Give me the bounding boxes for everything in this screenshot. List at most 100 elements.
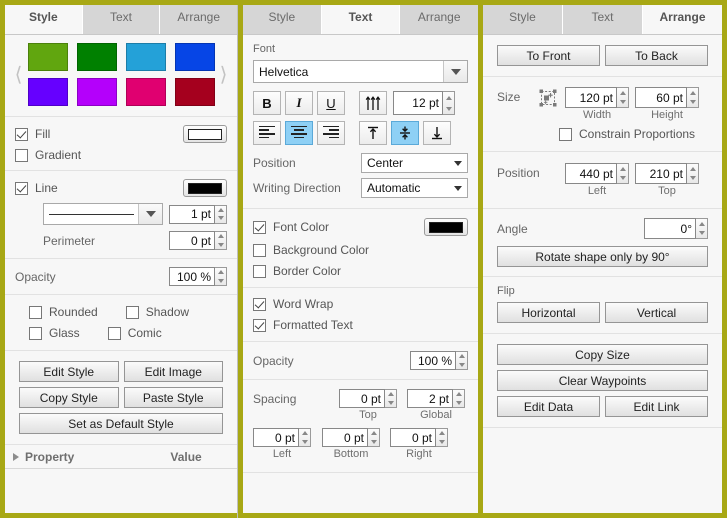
gradient-checkbox[interactable]	[15, 148, 28, 162]
edit-link-button[interactable]: Edit Link	[605, 396, 708, 417]
align-top-icon[interactable]	[359, 121, 387, 145]
perimeter-arrows[interactable]	[215, 231, 227, 250]
edit-data-button[interactable]: Edit Data	[497, 396, 600, 417]
height-input[interactable]	[635, 87, 687, 108]
color-swatch[interactable]	[125, 43, 166, 71]
autosize-icon[interactable]	[539, 89, 557, 110]
spacing-right-input[interactable]	[390, 428, 436, 447]
line-width-input[interactable]	[169, 204, 215, 224]
italic-button[interactable]: I	[285, 91, 313, 115]
opacity-input[interactable]	[169, 267, 215, 286]
font-size-arrows[interactable]	[443, 91, 455, 115]
align-middle-icon[interactable]	[391, 121, 419, 145]
color-swatch[interactable]	[27, 78, 68, 106]
word-wrap-checkbox[interactable]	[253, 297, 266, 311]
tab-text[interactable]: Text	[321, 0, 401, 34]
clear-waypoints-button[interactable]: Clear Waypoints	[497, 370, 708, 391]
to-front-button[interactable]: To Front	[497, 45, 600, 66]
color-swatch[interactable]	[76, 78, 117, 106]
position-left-arrows[interactable]	[617, 163, 629, 184]
font-size-input[interactable]	[393, 91, 443, 115]
line-checkbox[interactable]	[15, 181, 28, 195]
palette-prev-icon[interactable]: ⟨	[10, 65, 28, 85]
line-color-button[interactable]	[183, 179, 227, 197]
line-width-arrows[interactable]	[215, 204, 227, 224]
to-back-button[interactable]: To Back	[605, 45, 708, 66]
font-color-checkbox[interactable]	[253, 220, 266, 234]
edit-style-button[interactable]: Edit Style	[19, 361, 119, 382]
tab-arrange[interactable]: Arrange	[643, 0, 722, 34]
color-swatch[interactable]	[174, 43, 215, 71]
spacing-left-input[interactable]	[253, 428, 299, 447]
copy-style-button[interactable]: Copy Style	[19, 387, 119, 408]
angle-stepper[interactable]	[644, 218, 708, 239]
line-style-select[interactable]	[43, 203, 163, 225]
align-left-icon[interactable]	[253, 121, 281, 145]
line-width-stepper[interactable]	[169, 204, 227, 224]
comic-checkbox[interactable]	[107, 326, 121, 340]
spacing-global-input[interactable]	[407, 389, 453, 408]
width-arrows[interactable]	[617, 87, 629, 108]
spacing-top-input[interactable]	[339, 389, 385, 408]
opacity-stepper[interactable]	[169, 267, 227, 286]
background-color-checkbox[interactable]	[253, 243, 266, 257]
angle-arrows[interactable]	[696, 218, 708, 239]
color-swatch[interactable]	[125, 78, 166, 106]
rotate-shape-90-button[interactable]: Rotate shape only by 90°	[497, 246, 708, 267]
text-opacity-arrows[interactable]	[456, 351, 468, 370]
font-family-select[interactable]: Helvetica	[253, 60, 468, 83]
tab-style[interactable]: Style	[243, 0, 322, 34]
constrain-proportions-checkbox[interactable]	[559, 127, 572, 141]
text-position-select[interactable]: Center	[361, 153, 468, 173]
spacing-right-arrows[interactable]	[436, 428, 448, 447]
writing-direction-select[interactable]: Automatic	[361, 178, 468, 198]
property-grid-header[interactable]: Property Value	[5, 445, 237, 469]
text-opacity-stepper[interactable]	[410, 351, 468, 370]
rounded-checkbox[interactable]	[29, 305, 42, 319]
fill-checkbox[interactable]	[15, 127, 28, 141]
paste-style-button[interactable]: Paste Style	[123, 387, 223, 408]
align-center-icon[interactable]	[285, 121, 313, 145]
spacing-bottom-input[interactable]	[322, 428, 368, 447]
underline-button[interactable]: U	[317, 91, 345, 115]
text-opacity-input[interactable]	[410, 351, 456, 370]
spacing-bottom-arrows[interactable]	[368, 428, 380, 447]
font-size-stepper[interactable]	[393, 91, 455, 115]
copy-size-button[interactable]: Copy Size	[497, 344, 708, 365]
tab-text[interactable]: Text	[563, 0, 643, 34]
align-bottom-icon[interactable]	[423, 121, 451, 145]
tab-arrange[interactable]: Arrange	[400, 0, 478, 34]
line-height-icon[interactable]	[359, 91, 387, 115]
set-default-style-button[interactable]: Set as Default Style	[19, 413, 223, 434]
fill-color-button[interactable]	[183, 125, 227, 143]
position-left-input[interactable]	[565, 163, 617, 184]
tab-style[interactable]: Style	[483, 0, 563, 34]
spacing-top-arrows[interactable]	[385, 389, 397, 408]
color-swatch[interactable]	[76, 43, 117, 71]
flip-vertical-button[interactable]: Vertical	[605, 302, 708, 323]
spacing-left-arrows[interactable]	[299, 428, 311, 447]
color-swatch[interactable]	[174, 78, 215, 106]
shadow-checkbox[interactable]	[125, 305, 139, 319]
tab-arrange[interactable]: Arrange	[160, 0, 237, 34]
position-top-input[interactable]	[635, 163, 687, 184]
width-input[interactable]	[565, 87, 617, 108]
align-right-icon[interactable]	[317, 121, 345, 145]
tab-text[interactable]: Text	[82, 0, 161, 34]
perimeter-stepper[interactable]	[169, 231, 227, 250]
perimeter-input[interactable]	[169, 231, 215, 250]
formatted-text-checkbox[interactable]	[253, 318, 266, 332]
position-top-arrows[interactable]	[687, 163, 699, 184]
font-color-button[interactable]	[424, 218, 468, 236]
bold-button[interactable]: B	[253, 91, 281, 115]
spacing-global-arrows[interactable]	[453, 389, 465, 408]
tab-style[interactable]: Style	[5, 0, 83, 34]
height-arrows[interactable]	[687, 87, 699, 108]
glass-checkbox[interactable]	[29, 326, 42, 340]
flip-horizontal-button[interactable]: Horizontal	[497, 302, 600, 323]
color-swatch[interactable]	[27, 43, 68, 71]
opacity-arrows[interactable]	[215, 267, 227, 286]
border-color-checkbox[interactable]	[253, 264, 266, 278]
edit-image-button[interactable]: Edit Image	[123, 361, 223, 382]
angle-input[interactable]	[644, 218, 696, 239]
